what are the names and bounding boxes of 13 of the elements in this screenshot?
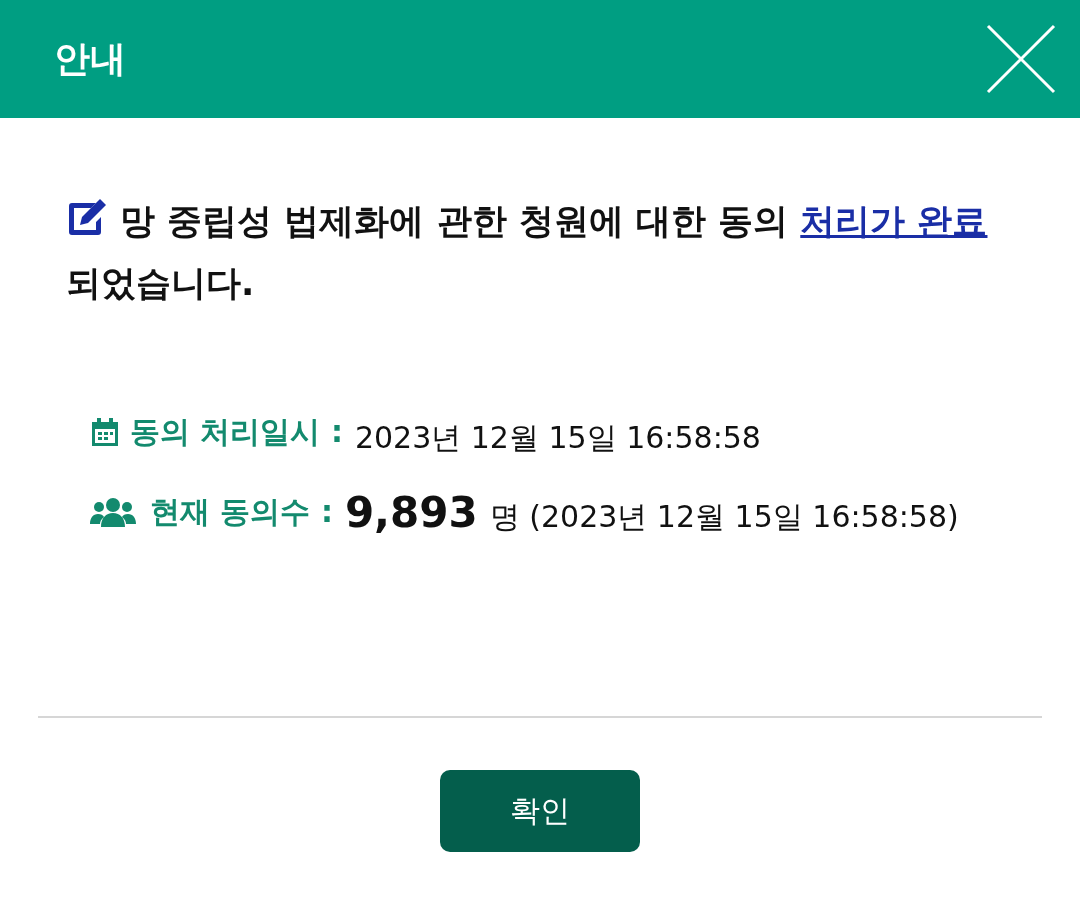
message-text: 망 중립성 법제화에 관한 청원에 대한 동의 처리가 완료 되었습니다. — [66, 190, 1014, 314]
close-icon[interactable] — [986, 24, 1056, 94]
calendar-icon — [90, 416, 120, 448]
detail-value: 명 (2023년 12월 15일 16:58:58) — [489, 498, 959, 536]
people-icon — [90, 497, 136, 527]
edit-icon — [66, 197, 108, 237]
detail-label: 현재 동의수 : — [150, 493, 333, 531]
detail-label: 동의 처리일시 : — [130, 413, 343, 451]
status-link[interactable]: 처리가 완료 — [800, 201, 988, 241]
count-value: 9,893 — [344, 491, 478, 535]
dialog-title: 안내 — [54, 36, 126, 81]
detail-value: 2023년 12월 15일 16:58:58 — [354, 419, 761, 457]
confirm-button[interactable]: 확인 — [440, 770, 640, 852]
